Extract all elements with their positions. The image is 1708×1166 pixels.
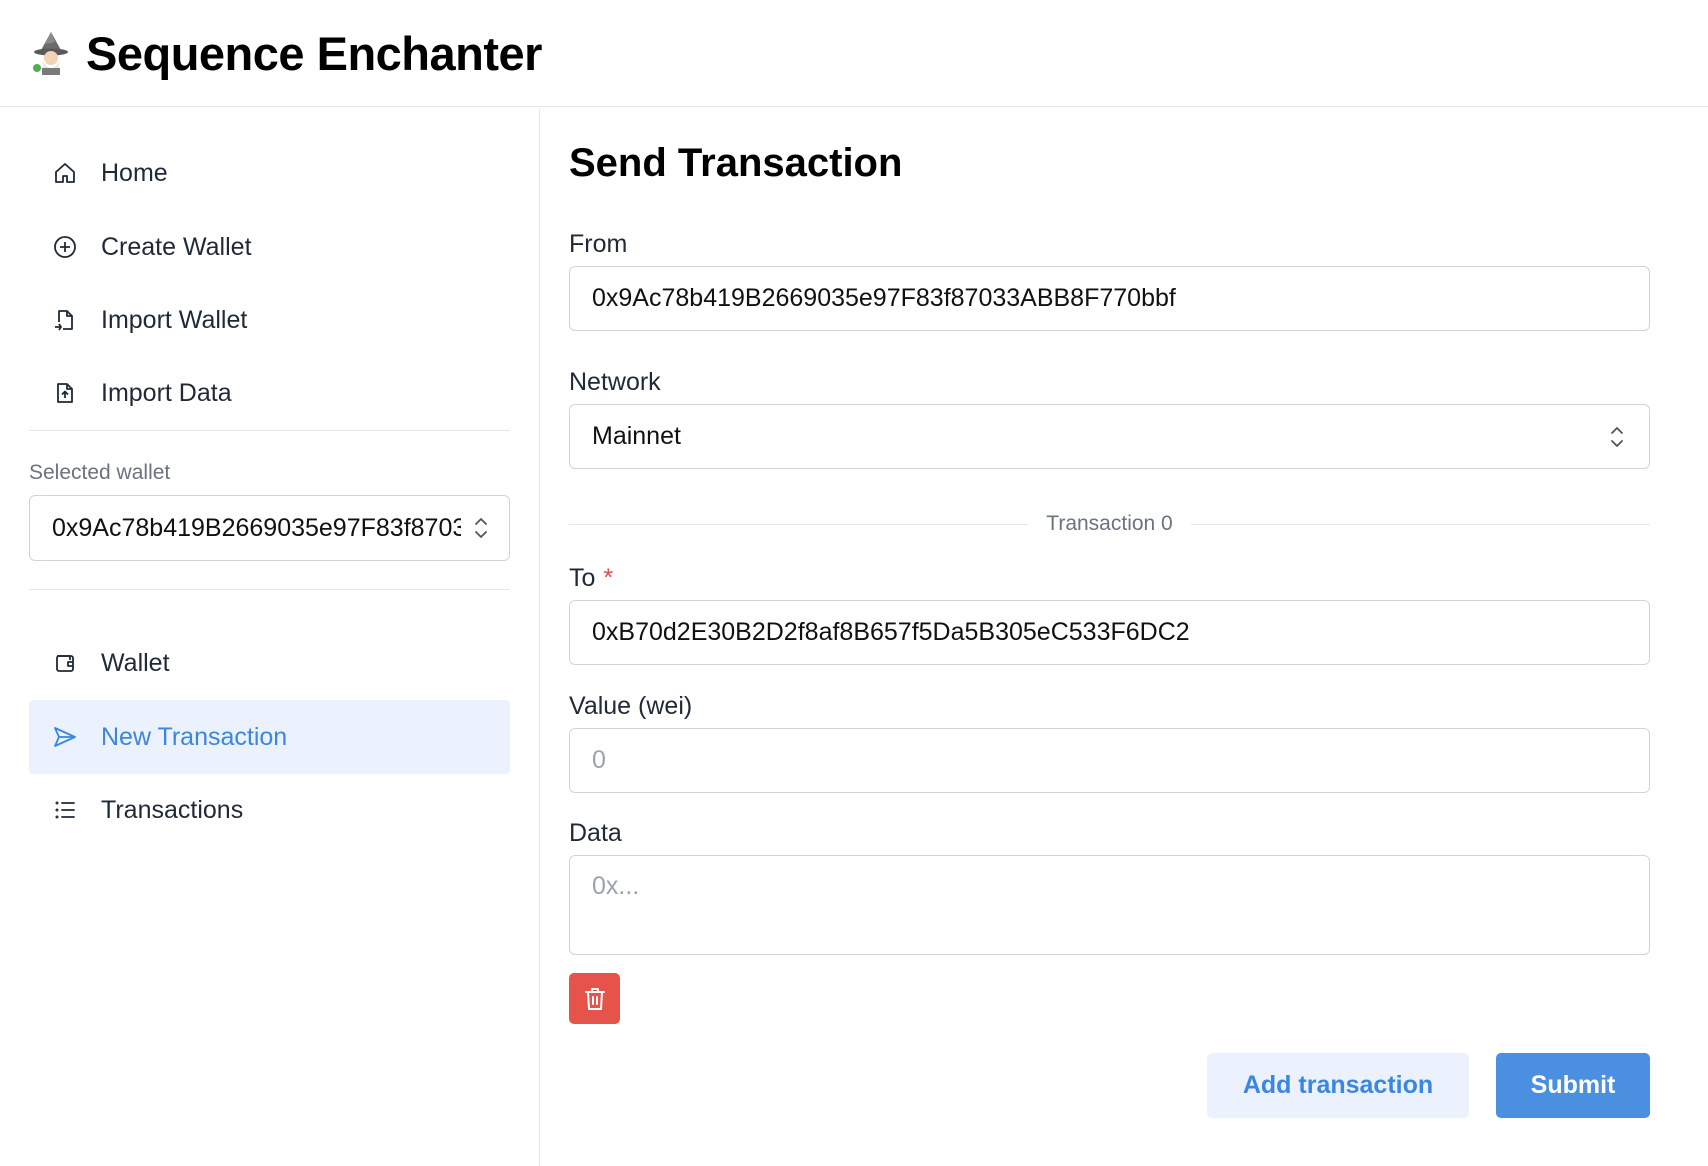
sidebar-divider [29, 589, 510, 590]
wizard-icon [33, 32, 68, 75]
transaction-separator-label: Transaction 0 [1046, 512, 1173, 535]
file-import-icon [51, 306, 79, 334]
page-title: Send Transaction [569, 141, 903, 185]
to-field[interactable]: 0xB70d2E30B2D2f8af8B657f5Da5B305eC533F6D… [569, 600, 1650, 665]
home-icon [51, 159, 79, 187]
file-upload-icon [51, 379, 79, 407]
data-label: Data [569, 819, 622, 847]
required-asterisk: * [603, 564, 614, 592]
network-select[interactable]: Mainnet [569, 404, 1650, 469]
wallet-icon [51, 649, 79, 677]
value-field[interactable]: 0 [569, 728, 1650, 793]
transaction-separator: Transaction 0 [569, 509, 1651, 539]
app-header: Sequence Enchanter [0, 0, 1708, 107]
plus-circle-icon [51, 233, 79, 261]
sidebar-item-home[interactable]: Home [29, 136, 510, 210]
sidebar-item-label: Create Wallet [101, 232, 252, 261]
sidebar-item-transactions[interactable]: Transactions [29, 773, 510, 847]
selected-wallet-label: Selected wallet [29, 461, 171, 484]
sidebar-item-label: New Transaction [101, 722, 288, 751]
network-label: Network [569, 368, 661, 396]
value-label: Value (wei) [569, 692, 693, 720]
network-select-value: Mainnet [592, 422, 681, 450]
sidebar-item-label: Import Data [101, 378, 232, 407]
chevron-updown-icon [1611, 426, 1623, 447]
app-title: Sequence Enchanter [86, 26, 542, 80]
delete-transaction-button[interactable] [569, 973, 620, 1024]
sidebar-item-label: Home [101, 158, 168, 187]
submit-button[interactable]: Submit [1496, 1053, 1650, 1118]
sidebar-item-label: Wallet [101, 648, 170, 677]
sidebar-item-import-data[interactable]: Import Data [29, 356, 510, 430]
sidebar-item-label: Transactions [101, 795, 244, 824]
sidebar-item-label: Import Wallet [101, 305, 248, 334]
list-icon [51, 796, 79, 824]
wallet-select-value: 0x9Ac78b419B2669035e97F83f87033ABB8F770b… [52, 513, 461, 542]
sidebar-divider [29, 430, 510, 431]
to-label: To * [569, 564, 613, 593]
add-transaction-button[interactable]: Add transaction [1207, 1053, 1469, 1118]
from-field[interactable]: 0x9Ac78b419B2669035e97F83f87033ABB8F770b… [569, 266, 1650, 331]
sidebar-item-new-transaction[interactable]: New Transaction [29, 700, 510, 774]
sidebar: Home Create Wallet Import Wallet Import … [0, 108, 540, 1166]
chevron-updown-icon [475, 518, 487, 538]
from-label: From [569, 230, 628, 258]
sidebar-item-import-wallet[interactable]: Import Wallet [29, 283, 510, 357]
to-label-text: To [569, 564, 596, 592]
trash-icon [584, 987, 605, 1010]
wallet-select[interactable]: 0x9Ac78b419B2669035e97F83f87033ABB8F770b… [29, 495, 510, 561]
sidebar-item-create-wallet[interactable]: Create Wallet [29, 210, 510, 284]
sidebar-item-wallet[interactable]: Wallet [29, 626, 510, 700]
send-icon [51, 723, 79, 751]
data-textarea[interactable]: 0x... [569, 855, 1650, 955]
main-content: Send Transaction From 0x9Ac78b419B266903… [569, 108, 1651, 1166]
